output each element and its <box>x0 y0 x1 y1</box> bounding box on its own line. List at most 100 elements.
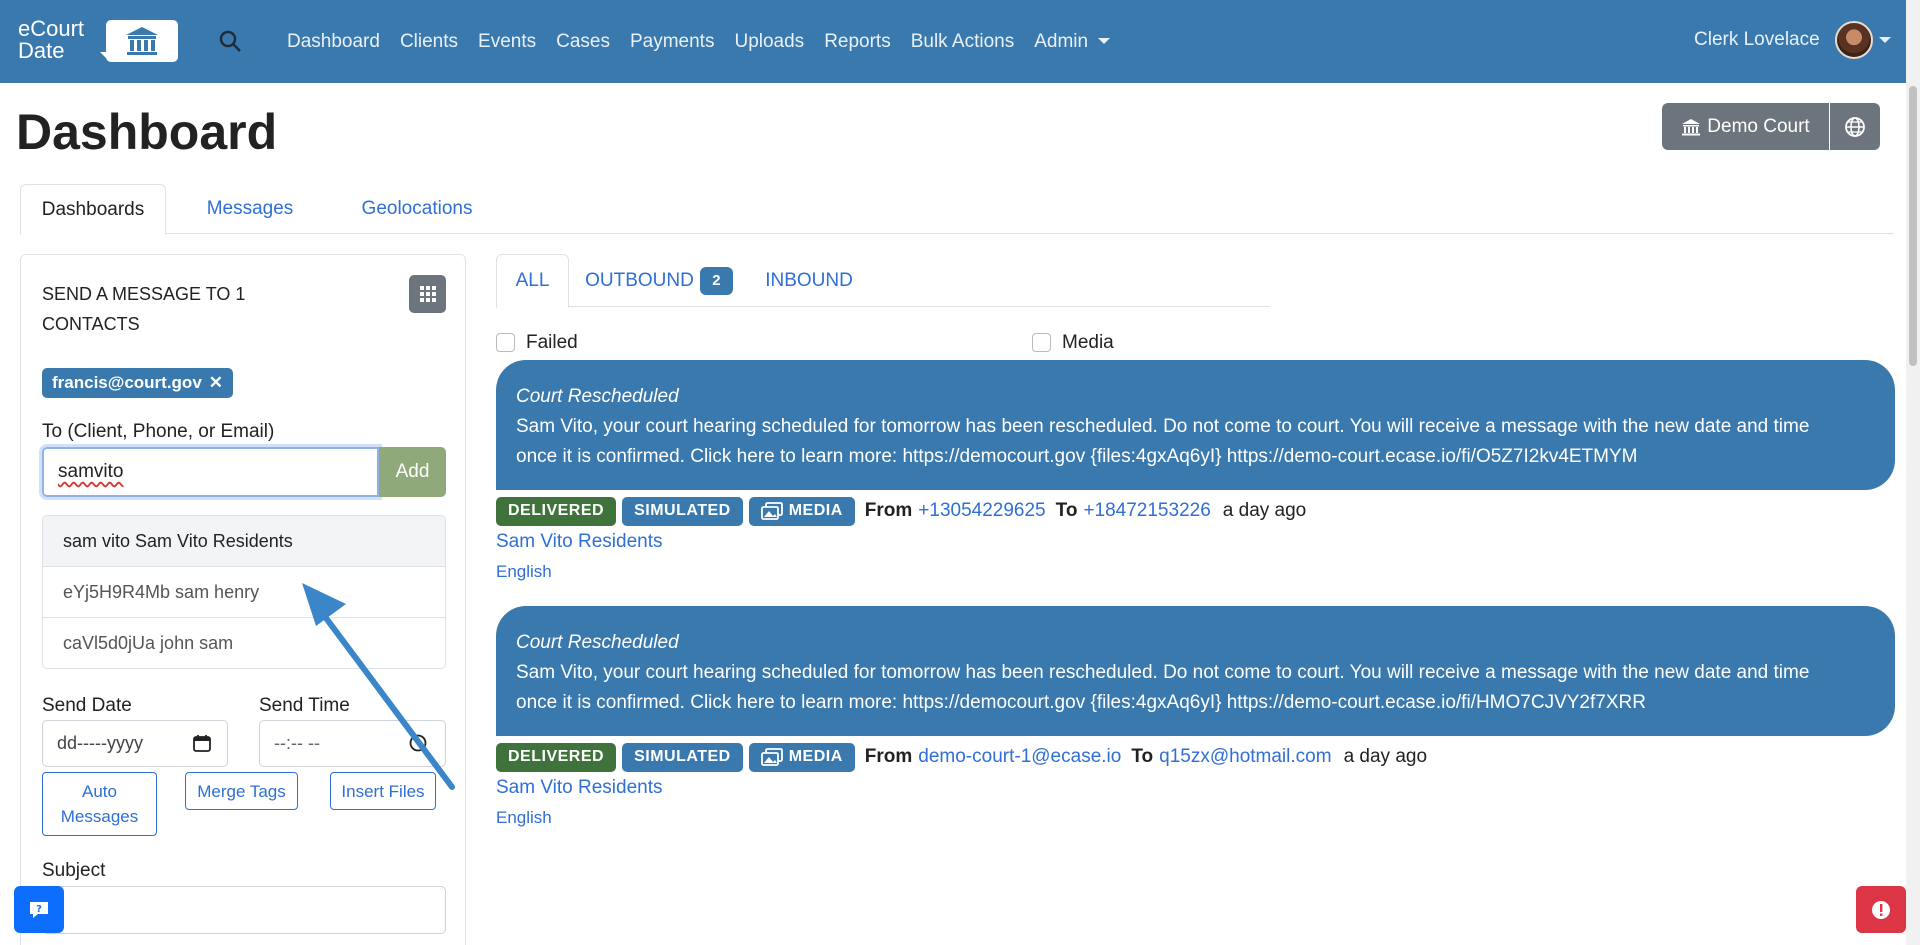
auto-messages-line2: Messages <box>60 807 139 826</box>
nav-bulk-actions[interactable]: Bulk Actions <box>911 31 1015 53</box>
language-link[interactable]: English <box>496 808 552 828</box>
alert-button[interactable] <box>1856 886 1906 933</box>
media-checkbox-label: Media <box>1062 332 1114 353</box>
message-body-line: once it is confirmed. Click here to lear… <box>516 692 1646 713</box>
nav-admin-label: Admin <box>1034 30 1089 52</box>
recipient-chip: francis@court.gov ✕ <box>42 368 234 398</box>
tab-dashboards[interactable]: Dashboards <box>20 184 166 235</box>
language-link[interactable]: English <box>496 562 552 582</box>
nav-reports[interactable]: Reports <box>824 31 891 53</box>
brand-logo[interactable]: eCourt Date <box>18 16 178 64</box>
add-recipient-button[interactable]: Add <box>379 447 446 497</box>
clock-icon[interactable] <box>409 734 427 752</box>
from-link[interactable]: +13054229625 <box>918 500 1045 522</box>
contact-link[interactable]: Sam Vito Residents <box>496 531 663 553</box>
calendar-icon[interactable] <box>193 734 211 752</box>
chevron-down-icon[interactable] <box>1879 37 1891 43</box>
auto-messages-button[interactable]: Auto Messages <box>42 772 157 836</box>
insert-files-button[interactable]: Insert Files <box>330 772 436 810</box>
media-badge-label: MEDIA <box>788 502 843 519</box>
svg-text:?: ? <box>36 904 42 915</box>
grid-icon <box>419 286 436 302</box>
globe-icon <box>1845 116 1865 137</box>
suggestion-item[interactable]: sam vito Sam Vito Residents <box>43 516 445 567</box>
court-button-label: Demo Court <box>1707 115 1810 137</box>
nav-payments[interactable]: Payments <box>630 31 714 53</box>
message-bubble[interactable]: Court Rescheduled Sam Vito, your court h… <box>496 360 1895 490</box>
contact-link[interactable]: Sam Vito Residents <box>496 777 663 799</box>
send-date-placeholder: dd-----yyyy <box>57 733 143 753</box>
message-body-line: Sam Vito, your court hearing scheduled f… <box>516 416 1810 437</box>
tab-messages[interactable]: Messages <box>166 184 334 234</box>
subject-label: Subject <box>42 860 106 881</box>
message-body-line: once it is confirmed. Click here to lear… <box>516 446 1638 467</box>
from-label: From <box>864 500 913 521</box>
tab-inbound[interactable]: INBOUND <box>749 254 869 307</box>
compose-title: SEND A MESSAGE TO 1 CONTACTS <box>42 284 246 334</box>
send-date-label: Send Date <box>42 695 132 716</box>
images-icon <box>760 748 783 766</box>
status-badge: DELIVERED <box>496 496 617 526</box>
courthouse-icon <box>106 20 178 62</box>
subject-input[interactable] <box>42 886 446 934</box>
simulated-badge: SIMULATED <box>622 496 743 526</box>
tab-outbound[interactable]: OUTBOUND 2 <box>569 254 749 307</box>
help-chat-button[interactable]: ? <box>14 886 64 933</box>
outbound-count-badge: 2 <box>699 266 733 295</box>
media-badge-label: MEDIA <box>788 748 843 765</box>
avatar[interactable] <box>1835 21 1873 59</box>
tab-outbound-label: OUTBOUND <box>585 269 694 291</box>
message-tabs: ALL OUTBOUND 2 INBOUND <box>496 254 1270 308</box>
nav-clients[interactable]: Clients <box>400 31 458 53</box>
courthouse-icon <box>1682 118 1701 135</box>
send-time-label: Send Time <box>259 695 350 716</box>
send-time-input[interactable]: --:-- -- <box>259 720 446 767</box>
search-icon[interactable] <box>218 29 244 55</box>
to-link[interactable]: +18472153226 <box>1083 500 1210 522</box>
user-name[interactable]: Clerk Lovelace <box>1694 29 1820 51</box>
suggestion-item[interactable]: eYj5H9R4Mb sam henry <box>43 567 445 618</box>
page-title: Dashboard <box>16 104 278 160</box>
nav-dashboard[interactable]: Dashboard <box>287 31 380 53</box>
exclamation-icon <box>1872 900 1890 919</box>
recipient-suggestions: sam vito Sam Vito Residents eYj5H9R4Mb s… <box>42 515 446 669</box>
brand-line1: eCourt <box>18 16 85 41</box>
to-link[interactable]: q15zx@hotmail.com <box>1159 746 1331 768</box>
tab-geolocations[interactable]: Geolocations <box>334 184 500 234</box>
send-date-input[interactable]: dd-----yyyy <box>42 720 228 767</box>
globe-button[interactable] <box>1830 103 1880 150</box>
failed-checkbox[interactable] <box>496 333 515 352</box>
auto-messages-line1: Auto <box>82 782 117 801</box>
nav-events[interactable]: Events <box>478 31 536 53</box>
close-icon[interactable]: ✕ <box>209 373 223 393</box>
nav-cases[interactable]: Cases <box>556 31 610 53</box>
from-link[interactable]: demo-court-1@ecase.io <box>918 746 1121 768</box>
contacts-grid-button[interactable] <box>409 275 446 313</box>
to-label: To <box>1131 746 1154 767</box>
tab-all[interactable]: ALL <box>496 254 569 308</box>
message-body-line: Sam Vito, your court hearing scheduled f… <box>516 662 1810 683</box>
media-badge: MEDIA <box>748 496 855 526</box>
message-subject: Court Rescheduled <box>516 386 679 407</box>
message-bubble[interactable]: Court Rescheduled Sam Vito, your court h… <box>496 606 1895 736</box>
recipient-search-input[interactable]: samvito <box>42 447 379 497</box>
failed-checkbox-label: Failed <box>526 332 578 353</box>
nav-links: Dashboard Clients Events Cases Payments … <box>287 0 1130 83</box>
media-checkbox[interactable] <box>1032 333 1051 352</box>
from-label: From <box>864 746 913 767</box>
message-meta: DELIVERED SIMULATED MEDIA From demo-cour… <box>496 742 1427 772</box>
recipient-search-value: samvito <box>58 461 124 482</box>
page-scrollbar[interactable] <box>1906 0 1920 945</box>
top-navbar: eCourt Date Dashboard Clients Events Cas… <box>0 0 1920 83</box>
timestamp: a day ago <box>1343 746 1428 767</box>
chat-question-icon: ? <box>30 901 48 918</box>
message-meta: DELIVERED SIMULATED MEDIA From +13054229… <box>496 496 1306 526</box>
court-select-button[interactable]: Demo Court <box>1662 103 1829 150</box>
suggestion-item[interactable]: caVl5d0jUa john sam <box>43 618 445 668</box>
nav-uploads[interactable]: Uploads <box>734 31 804 53</box>
merge-tags-button[interactable]: Merge Tags <box>185 772 298 810</box>
status-badge: DELIVERED <box>496 742 617 772</box>
scrollbar-thumb[interactable] <box>1909 86 1917 366</box>
nav-admin-dropdown[interactable]: Admin <box>1034 30 1111 53</box>
to-field-label: To (Client, Phone, or Email) <box>42 421 275 442</box>
